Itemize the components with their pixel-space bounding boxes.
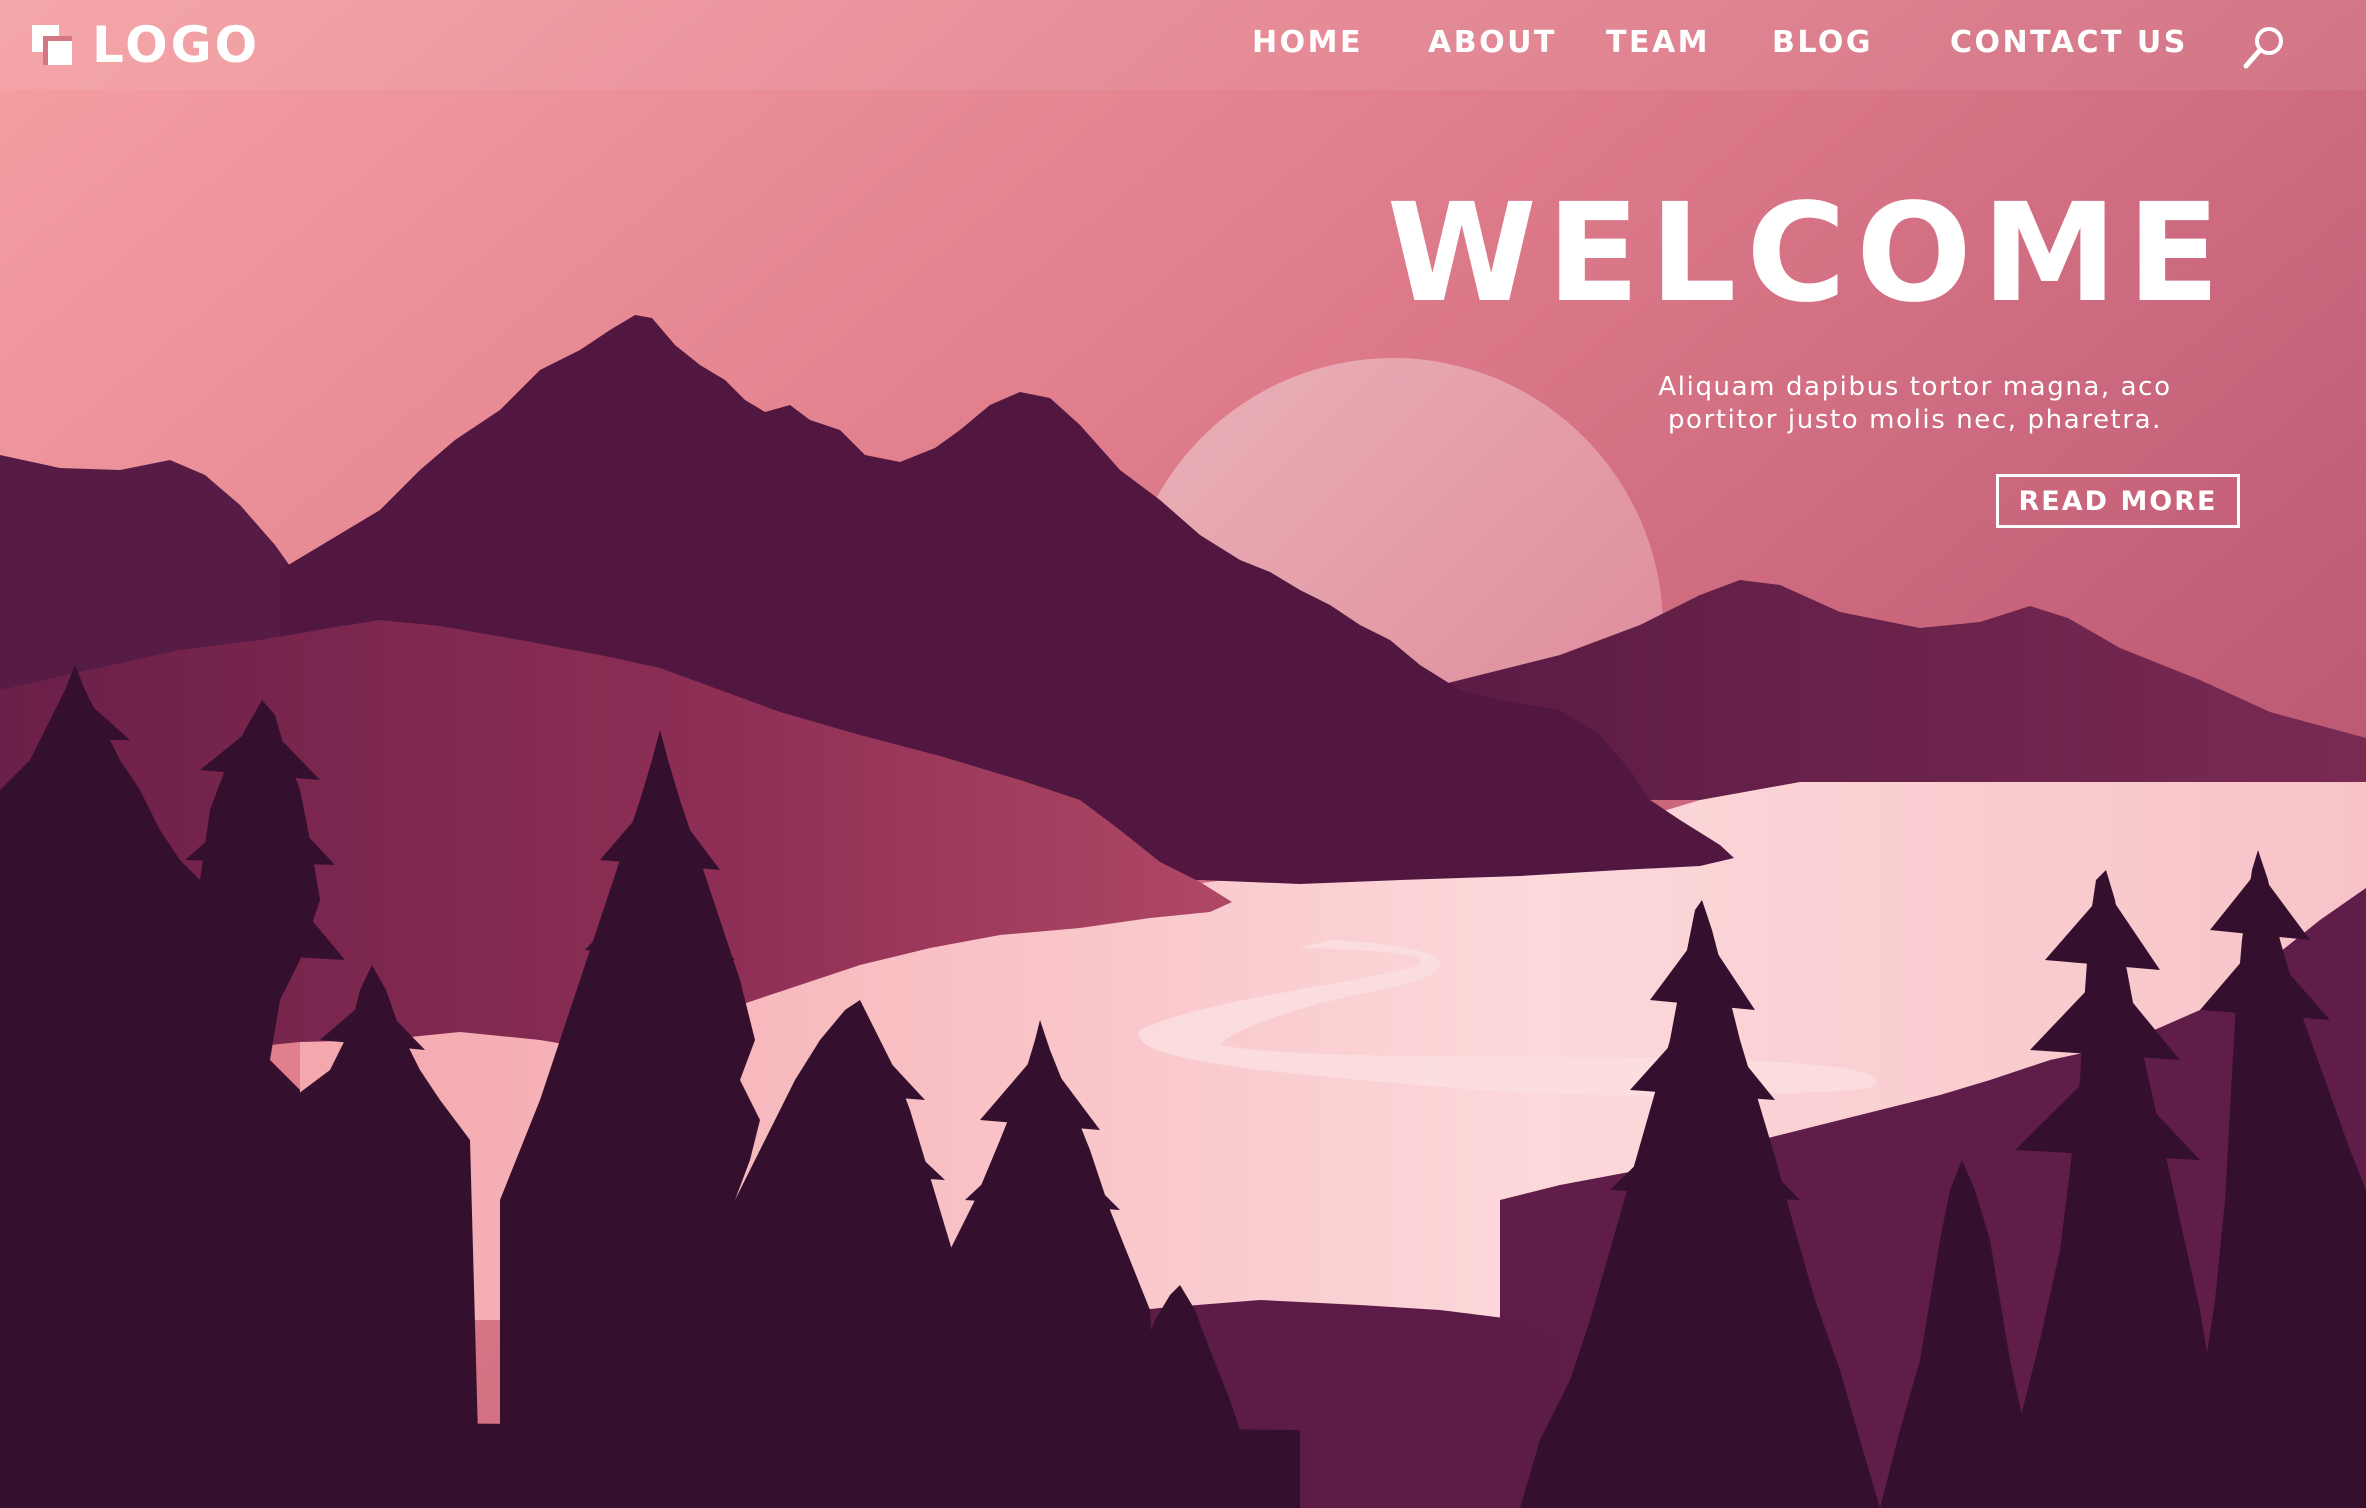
nav-team[interactable]: TEAM [1606,28,1710,58]
nav-about[interactable]: ABOUT [1428,28,1557,58]
logo[interactable]: LOGO [32,19,260,71]
logo-mark-icon [32,25,72,65]
hero-description: Aliquam dapibus tortor magna, aco portit… [1560,371,2270,437]
logo-text: LOGO [92,16,261,74]
hero-description-line-1: Aliquam dapibus tortor magna, aco [1658,372,2172,402]
read-more-button[interactable]: READ MORE [1996,474,2240,528]
search-icon [2243,27,2283,69]
nav-contact-us[interactable]: CONTACT US [1950,28,2188,58]
nav-home[interactable]: HOME [1252,28,1363,58]
search-button[interactable] [2238,22,2290,74]
nav-blog[interactable]: BLOG [1772,28,1873,58]
hero-title: WELCOME [1386,175,2230,333]
hero-description-line-2: portitor justo molis nec, pharetra. [1667,405,2163,435]
landing-page: LOGO HOME ABOUT TEAM BLOG CONTACT US WEL… [0,0,2366,1508]
